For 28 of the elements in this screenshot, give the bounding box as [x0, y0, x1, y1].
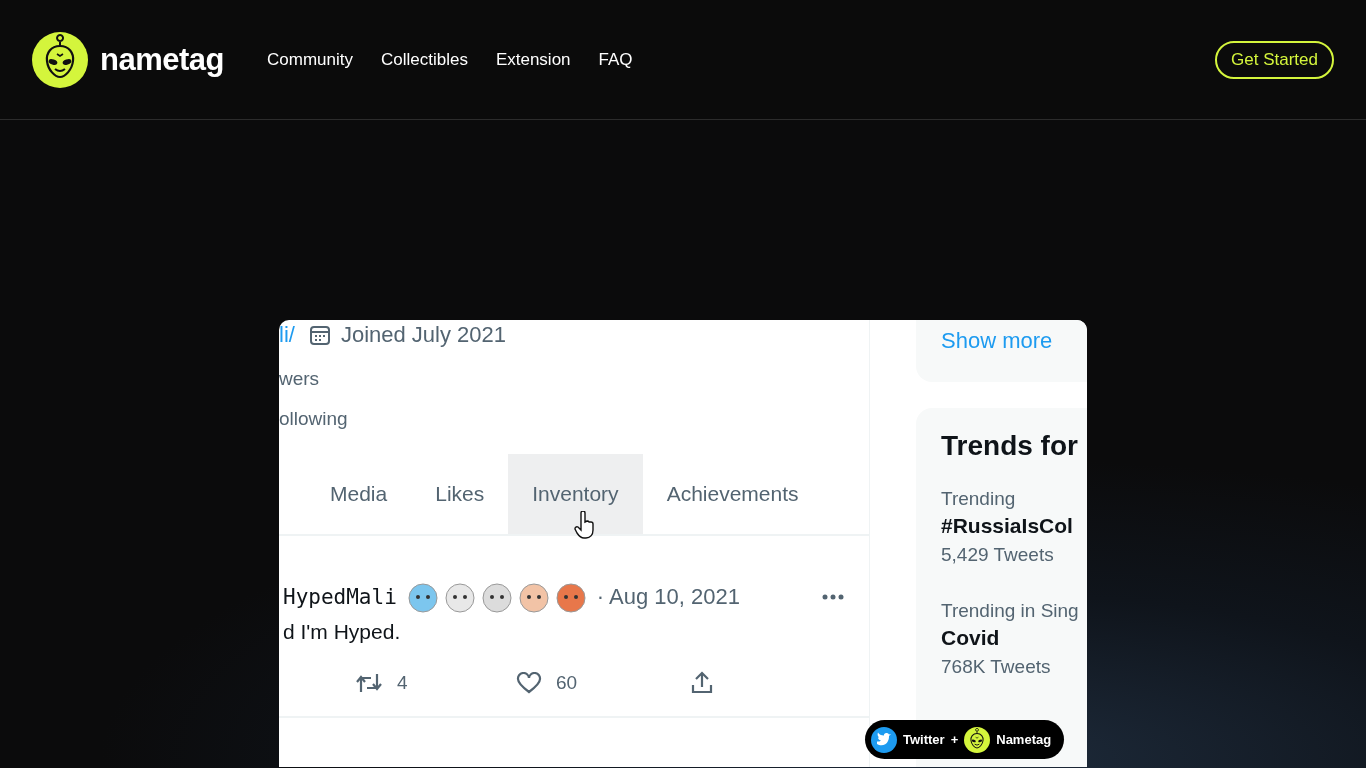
- trend-context: Trending: [941, 488, 1017, 510]
- badge-label: Nametag: [996, 732, 1052, 747]
- joined-date: Joined July 2021: [340, 322, 506, 348]
- trend-topic[interactable]: Covid: [941, 626, 1087, 650]
- profile-tab[interactable]: Media: [306, 454, 412, 534]
- retweet-count: 4: [397, 672, 408, 694]
- like-count: 60: [556, 672, 578, 694]
- nav-link[interactable]: FAQ: [598, 49, 633, 70]
- user-name[interactable]: HypedMali: [283, 585, 397, 609]
- following-count[interactable]: ollowing: [279, 408, 869, 430]
- trend-context: Trending in Sing: [941, 600, 1080, 622]
- tweet-count: 768K Tweets: [941, 656, 1052, 678]
- plus-sign: +: [950, 732, 959, 747]
- tweet-date[interactable]: · Aug 10, 2021: [596, 584, 740, 610]
- logo-text[interactable]: nametag: [100, 41, 224, 78]
- get-started-button[interactable]: Get Started: [1215, 40, 1334, 79]
- trend-topic[interactable]: #RussiaIsCol: [941, 514, 1087, 538]
- trends-title: Trends for: [941, 430, 1079, 462]
- nav-link[interactable]: Collectibles: [380, 49, 468, 70]
- badge-label: Twitter: [903, 732, 945, 747]
- profile-tab[interactable]: Achievements: [642, 454, 823, 534]
- profile-tab[interactable]: Likes: [411, 454, 509, 534]
- tweet-count: 5,429 Tweets: [941, 544, 1055, 566]
- tweet-text: d I'm Hyped.: [283, 620, 402, 644]
- nav-link[interactable]: Community: [267, 49, 353, 70]
- nav-link[interactable]: Extension: [495, 49, 571, 70]
- profile-tab[interactable]: Inventory: [508, 454, 643, 534]
- followers-count[interactable]: wers: [279, 368, 869, 390]
